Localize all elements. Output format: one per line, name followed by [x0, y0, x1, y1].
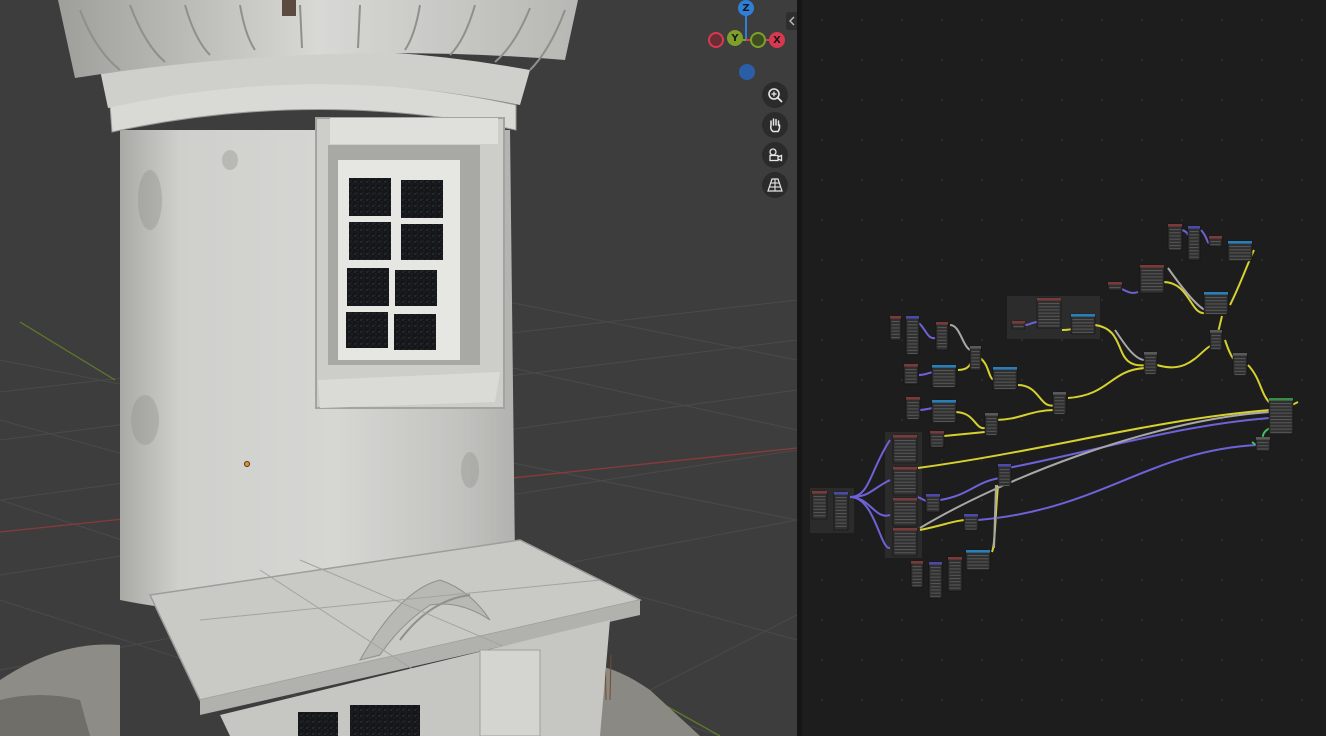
- camera-view-button[interactable]: [762, 142, 788, 168]
- shader-node[interactable]: [935, 321, 949, 351]
- shader-node[interactable]: [905, 396, 921, 420]
- y-axis-line: [19, 321, 116, 381]
- shader-node[interactable]: [1167, 223, 1183, 251]
- shader-node[interactable]: [905, 315, 920, 355]
- zoom-icon: [768, 88, 783, 103]
- shader-node[interactable]: [833, 491, 849, 531]
- shader-node[interactable]: [1209, 329, 1223, 351]
- shader-node[interactable]: [947, 556, 963, 592]
- shader-node[interactable]: [931, 399, 957, 423]
- viewport-scene: [0, 0, 797, 736]
- shader-node[interactable]: [1011, 320, 1026, 330]
- camera-view-icon: [769, 148, 783, 162]
- shader-node[interactable]: [903, 363, 919, 385]
- shader-node[interactable]: [1203, 291, 1229, 315]
- shader-node[interactable]: [1107, 281, 1123, 291]
- perspective-toggle-button[interactable]: [762, 172, 788, 198]
- shader-node[interactable]: [892, 497, 918, 527]
- shader-node[interactable]: [1143, 351, 1158, 375]
- shader-node[interactable]: [1255, 436, 1271, 452]
- shader-node[interactable]: [1187, 225, 1201, 261]
- shader-node[interactable]: [963, 513, 979, 531]
- shader-node[interactable]: [1139, 264, 1165, 294]
- shader-node[interactable]: [925, 493, 941, 513]
- perspective-grid-icon: [767, 178, 783, 192]
- gizmo-y-axis[interactable]: Y: [727, 30, 743, 46]
- shader-node-editor[interactable]: [802, 0, 1326, 736]
- zoom-button[interactable]: [762, 82, 788, 108]
- shader-node[interactable]: [889, 315, 902, 341]
- shader-node[interactable]: [969, 345, 982, 371]
- shader-node[interactable]: [1052, 391, 1067, 415]
- shader-node[interactable]: [1232, 352, 1248, 376]
- object-origin: [243, 460, 250, 467]
- shader-node[interactable]: [892, 527, 918, 557]
- shader-node[interactable]: [1036, 297, 1062, 329]
- shader-node[interactable]: [929, 430, 945, 448]
- shader-node[interactable]: [965, 549, 991, 571]
- hand-pan-icon: [770, 118, 781, 133]
- shader-node[interactable]: [984, 412, 999, 436]
- shader-node[interactable]: [1070, 313, 1096, 335]
- shader-node[interactable]: [997, 463, 1012, 487]
- shader-node[interactable]: [1268, 397, 1294, 435]
- shader-node[interactable]: [931, 364, 957, 388]
- shader-node[interactable]: [1227, 240, 1253, 262]
- gizmo-x-axis[interactable]: X: [769, 32, 785, 48]
- node-graph: [810, 223, 1299, 599]
- shader-node[interactable]: [910, 560, 924, 588]
- shader-node[interactable]: [928, 561, 943, 599]
- shader-node[interactable]: [1208, 235, 1223, 247]
- shader-node[interactable]: [811, 490, 828, 520]
- gizmo-neg-y-axis[interactable]: [750, 32, 766, 48]
- 3d-viewport[interactable]: Z Y X: [0, 0, 797, 736]
- chevron-left-icon: [788, 16, 794, 26]
- sidebar-toggle-button[interactable]: [786, 12, 797, 30]
- gizmo-neg-x-axis[interactable]: [708, 32, 724, 48]
- gizmo-z-axis[interactable]: Z: [738, 0, 754, 16]
- shader-node[interactable]: [892, 434, 918, 464]
- shader-node[interactable]: [992, 366, 1018, 390]
- gizmo-neg-z-axis[interactable]: [739, 64, 755, 80]
- shader-node[interactable]: [892, 466, 918, 496]
- pan-button[interactable]: [762, 112, 788, 138]
